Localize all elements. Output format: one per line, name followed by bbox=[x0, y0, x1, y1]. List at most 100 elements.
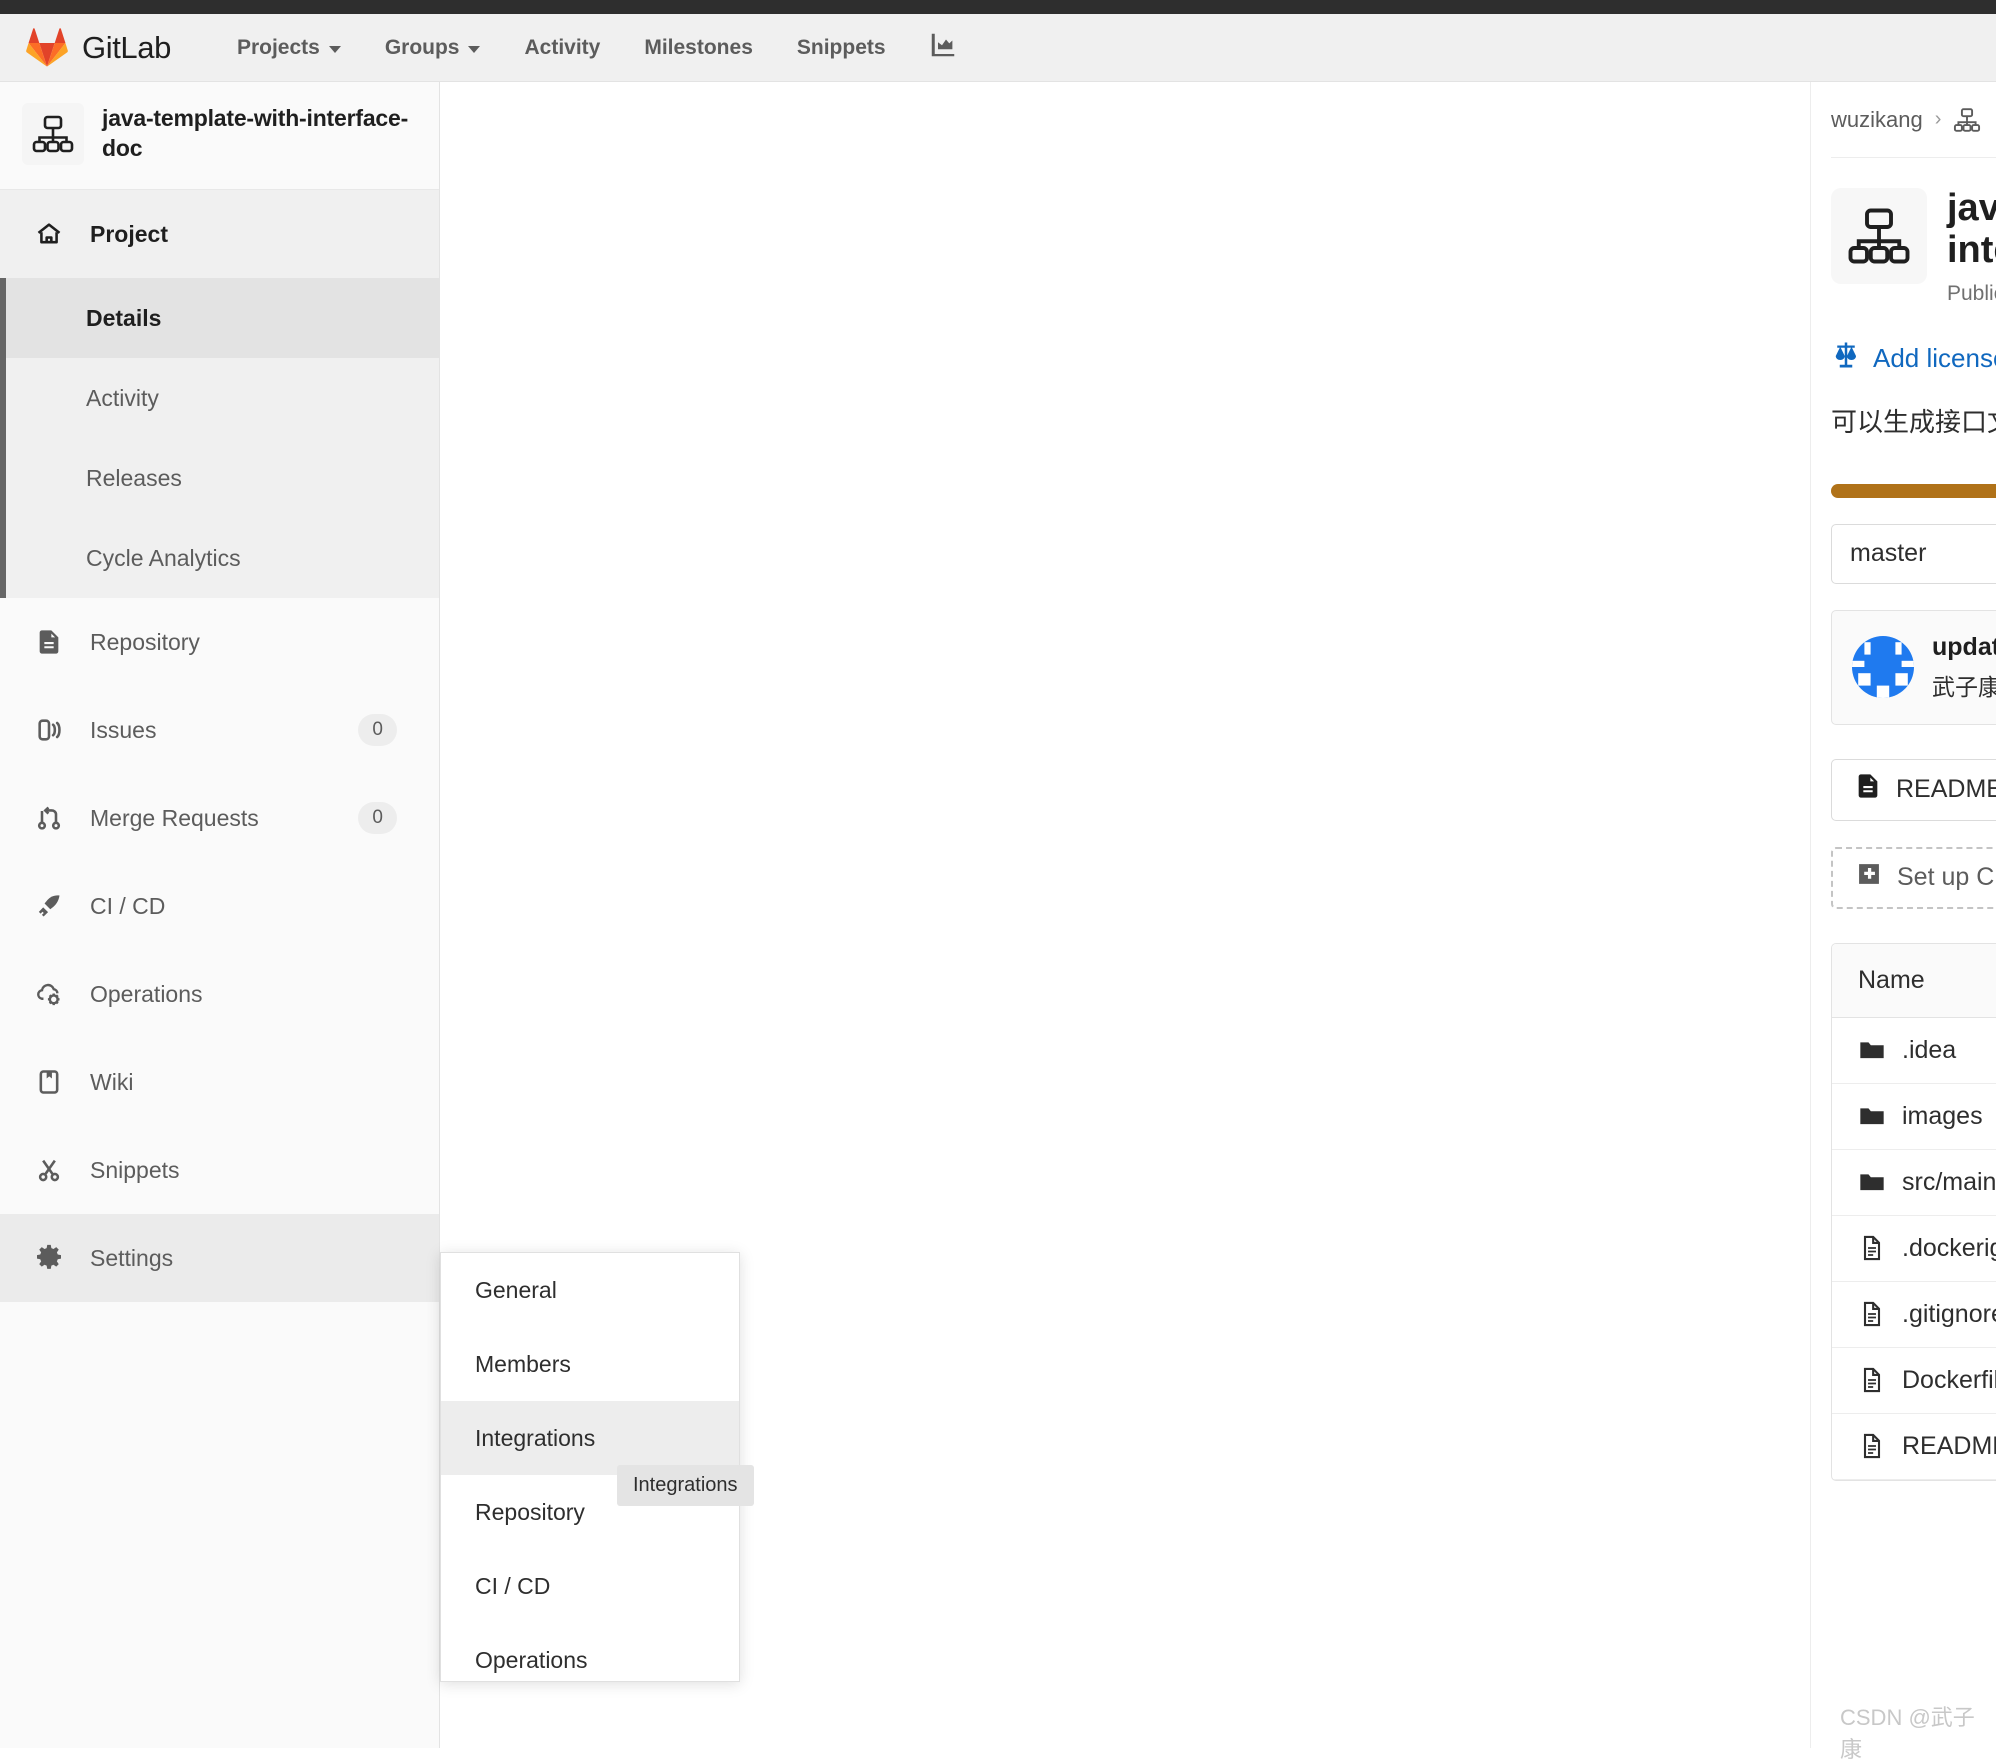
rocket-icon bbox=[34, 891, 64, 921]
nav-snippets[interactable]: Snippets bbox=[775, 26, 908, 70]
project-details-panel: wuzikang › ja int Publi Add license 可以生成… bbox=[1810, 82, 1996, 1748]
chart-icon bbox=[928, 30, 958, 65]
language-bar bbox=[1831, 483, 1996, 498]
flyout-item-ci-cd-label: CI / CD bbox=[475, 1572, 551, 1599]
project-description: 可以生成接口文档 bbox=[1831, 406, 1996, 437]
last-commit-box[interactable]: update 武子康 bbox=[1831, 609, 1996, 725]
sidebar-item-settings-label: Settings bbox=[90, 1244, 174, 1271]
sidebar-item-details[interactable]: Details bbox=[0, 278, 439, 358]
sidebar-item-project-label: Project bbox=[90, 220, 168, 247]
flyout-item-ci-cd[interactable]: CI / CD bbox=[441, 1549, 739, 1623]
nav-groups[interactable]: Groups bbox=[363, 26, 503, 70]
issues-count-badge: 0 bbox=[358, 714, 397, 746]
commit-message: update bbox=[1932, 632, 1996, 661]
commit-author: 武子康 bbox=[1932, 673, 1996, 700]
sidebar-item-snippets[interactable]: Snippets bbox=[0, 1126, 439, 1214]
nav-groups-label: Groups bbox=[384, 35, 460, 59]
flyout-item-integrations-label: Integrations bbox=[475, 1424, 596, 1451]
sidebar-item-activity-label: Activity bbox=[86, 384, 159, 411]
file-icon bbox=[1858, 1300, 1886, 1328]
sidebar-project-name: java-template-with-interface-doc bbox=[102, 104, 409, 161]
nav-projects[interactable]: Projects bbox=[215, 26, 363, 70]
issue-icon bbox=[34, 715, 64, 745]
flyout-item-general-label: General bbox=[475, 1276, 557, 1303]
breadcrumb: wuzikang › bbox=[1831, 82, 1996, 158]
nav-snippets-label: Snippets bbox=[796, 35, 886, 59]
plus-box-icon bbox=[1855, 860, 1883, 895]
sidebar-project-sublist: Details Activity Releases Cycle Analytic… bbox=[0, 278, 439, 598]
folder-icon bbox=[1858, 1102, 1886, 1130]
sidebar-item-cycle-analytics-label: Cycle Analytics bbox=[86, 544, 241, 571]
add-license-link[interactable]: Add license bbox=[1831, 340, 1996, 377]
header-nav: Projects Groups Activity Milestones Snip… bbox=[215, 20, 978, 75]
sidebar-item-wiki[interactable]: Wiki bbox=[0, 1038, 439, 1126]
project-action-buttons: README Set up CI/CD bbox=[1831, 758, 1996, 909]
folder-icon bbox=[1858, 1168, 1886, 1196]
file-name: images bbox=[1902, 1101, 1983, 1130]
book-icon bbox=[34, 1067, 64, 1097]
sidebar-item-activity[interactable]: Activity bbox=[0, 358, 439, 438]
file-table-column-name: Name bbox=[1858, 965, 1925, 994]
flyout-item-integrations[interactable]: Integrations bbox=[441, 1401, 739, 1475]
sidebar-project-header[interactable]: java-template-with-interface-doc bbox=[0, 82, 439, 190]
table-row[interactable]: .gitignore bbox=[1832, 1282, 1996, 1348]
sidebar-item-project[interactable]: Project bbox=[0, 190, 439, 278]
file-table-header: Name bbox=[1832, 943, 1996, 1018]
sidebar-item-issues-label: Issues bbox=[90, 716, 157, 743]
setup-ci-cd-button[interactable]: Set up CI/CD bbox=[1831, 846, 1996, 909]
breadcrumb-separator: › bbox=[1934, 108, 1942, 130]
document-icon bbox=[34, 627, 64, 657]
sidebar-item-ci-cd[interactable]: CI / CD bbox=[0, 862, 439, 950]
sidebar-item-snippets-label: Snippets bbox=[90, 1156, 180, 1183]
table-row[interactable]: README.md bbox=[1832, 1414, 1996, 1480]
sidebar-item-releases-label: Releases bbox=[86, 464, 182, 491]
cloud-gear-icon bbox=[34, 979, 64, 1009]
table-row[interactable]: images bbox=[1832, 1084, 1996, 1150]
table-row[interactable]: src/main bbox=[1832, 1150, 1996, 1216]
add-license-label: Add license bbox=[1873, 342, 1996, 373]
readme-button-label: README bbox=[1896, 775, 1996, 804]
hierarchy-icon bbox=[1831, 188, 1927, 284]
file-icon bbox=[1858, 1234, 1886, 1262]
sidebar-item-operations-label: Operations bbox=[90, 980, 203, 1007]
gitlab-brand[interactable]: GitLab bbox=[26, 27, 171, 69]
integrations-tooltip: Integrations bbox=[617, 1465, 754, 1506]
nav-milestones[interactable]: Milestones bbox=[622, 26, 775, 70]
nav-milestones-label: Milestones bbox=[644, 35, 753, 59]
flyout-item-members-label: Members bbox=[475, 1350, 571, 1377]
sidebar-project-section: Project Details Activity Releases Cycle … bbox=[0, 190, 439, 598]
sidebar-item-merge-requests[interactable]: Merge Requests 0 bbox=[0, 774, 439, 862]
sidebar-item-operations[interactable]: Operations bbox=[0, 950, 439, 1038]
avatar bbox=[1852, 636, 1914, 699]
page-title: java-template-with-interface-doc bbox=[1947, 187, 1996, 271]
flyout-item-general[interactable]: General bbox=[441, 1253, 739, 1327]
table-row[interactable]: .idea bbox=[1832, 1018, 1996, 1084]
top-dark-strip bbox=[0, 0, 1996, 14]
table-row[interactable]: Dockerfile bbox=[1832, 1348, 1996, 1414]
sidebar-item-settings[interactable]: Settings bbox=[0, 1214, 439, 1302]
readme-button[interactable]: README bbox=[1831, 758, 1996, 821]
nav-analytics-button[interactable] bbox=[908, 20, 978, 75]
nav-activity-label: Activity bbox=[524, 35, 601, 59]
sidebar-item-merge-requests-label: Merge Requests bbox=[90, 804, 259, 831]
hierarchy-icon bbox=[1953, 106, 1981, 134]
branch-selector[interactable]: master bbox=[1831, 523, 1996, 584]
flyout-item-operations-label: Operations bbox=[475, 1646, 588, 1673]
scissors-icon bbox=[34, 1155, 64, 1185]
sidebar-item-repository[interactable]: Repository bbox=[0, 598, 439, 686]
merge-requests-count-badge: 0 bbox=[358, 802, 397, 834]
file-name: README.md bbox=[1902, 1431, 1996, 1460]
merge-request-icon bbox=[34, 803, 64, 833]
nav-activity[interactable]: Activity bbox=[502, 26, 622, 70]
flyout-item-operations[interactable]: Operations bbox=[441, 1623, 739, 1697]
branch-name: master bbox=[1850, 539, 1927, 568]
flyout-item-members[interactable]: Members bbox=[441, 1327, 739, 1401]
file-icon bbox=[1858, 1432, 1886, 1460]
breadcrumb-group-link[interactable]: wuzikang bbox=[1831, 107, 1923, 133]
file-name: Dockerfile bbox=[1902, 1365, 1996, 1394]
sidebar-item-releases[interactable]: Releases bbox=[0, 438, 439, 518]
repository-file-table: Name .idea images src/main .dockeri .git… bbox=[1831, 942, 1996, 1481]
sidebar-item-cycle-analytics[interactable]: Cycle Analytics bbox=[0, 518, 439, 598]
sidebar-item-issues[interactable]: Issues 0 bbox=[0, 686, 439, 774]
table-row[interactable]: .dockerignore bbox=[1832, 1216, 1996, 1282]
